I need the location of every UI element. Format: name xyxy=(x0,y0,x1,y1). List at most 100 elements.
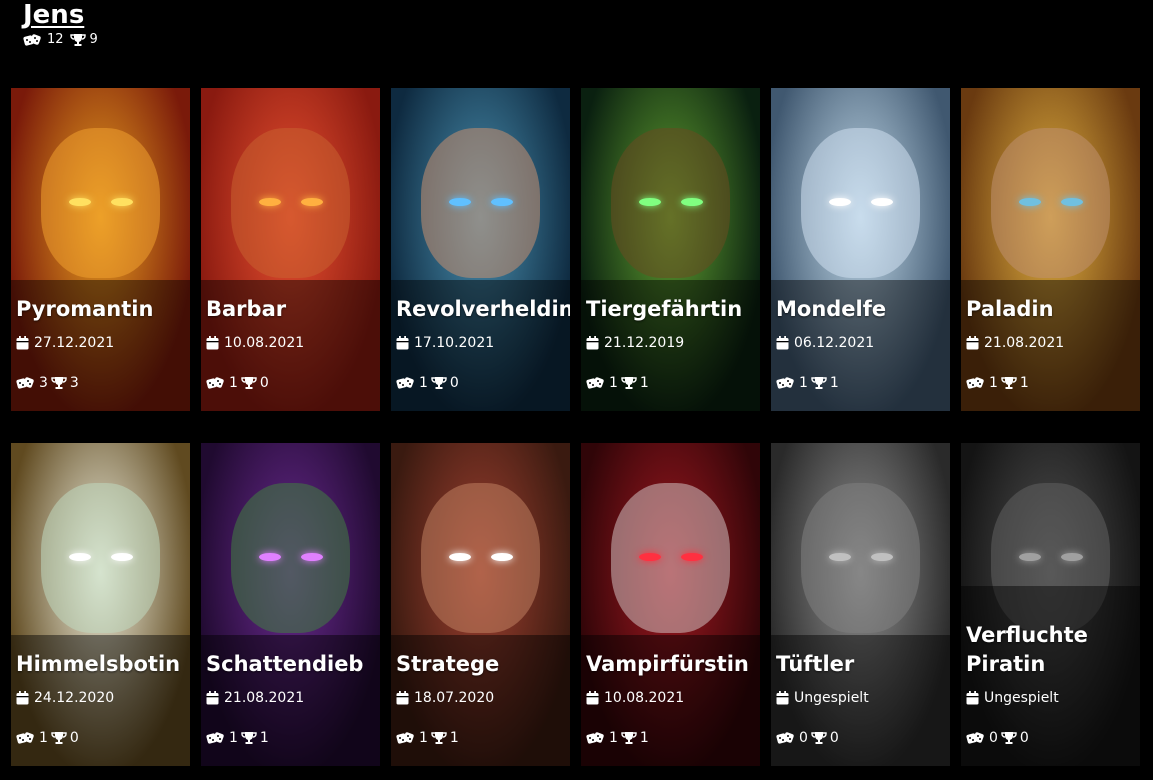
character-card[interactable]: Stratege 18.07.2020 1 1 xyxy=(391,443,570,766)
dice-icon xyxy=(966,731,986,745)
calendar-icon xyxy=(586,691,599,705)
portrait-eye xyxy=(301,198,323,206)
portrait-eye xyxy=(301,553,323,561)
calendar-icon xyxy=(206,691,219,705)
character-card[interactable]: Schattendieb 21.08.2021 1 1 xyxy=(201,443,380,766)
last-played-row: 21.08.2021 xyxy=(206,690,304,706)
trophy-icon xyxy=(431,376,447,390)
character-card[interactable]: Pyromantin 27.12.2021 3 3 xyxy=(11,88,190,411)
games-count: 3 xyxy=(39,375,48,391)
trophy-icon xyxy=(621,376,637,390)
games-count: 1 xyxy=(799,375,808,391)
character-name: Schattendieb xyxy=(206,652,364,676)
last-played-row: 10.08.2021 xyxy=(586,690,684,706)
portrait-eye xyxy=(829,198,851,206)
dice-icon xyxy=(396,731,416,745)
character-stats: 33 xyxy=(16,375,79,391)
calendar-icon xyxy=(16,691,29,705)
character-card[interactable]: Verfluchte Piratin Ungespielt 0 0 xyxy=(961,443,1140,766)
portrait-face xyxy=(991,128,1110,278)
character-stats: 11 xyxy=(206,730,269,746)
character-card[interactable]: Tüftler Ungespielt 0 0 xyxy=(771,443,950,766)
player-wins-count: 9 xyxy=(89,32,98,47)
games-count: 1 xyxy=(419,730,428,746)
portrait-eye xyxy=(491,198,513,206)
portrait-eye xyxy=(639,553,661,561)
dice-icon xyxy=(586,731,606,745)
character-name: Paladin xyxy=(966,297,1054,321)
trophy-icon xyxy=(51,376,67,390)
games-count: 1 xyxy=(229,375,238,391)
last-played-row: 24.12.2020 xyxy=(16,690,114,706)
last-played-row: 21.12.2019 xyxy=(586,335,684,351)
games-count: 1 xyxy=(609,730,618,746)
character-card[interactable]: Revolverheldin 17.10.2021 1 0 xyxy=(391,88,570,411)
portrait-face xyxy=(231,128,350,278)
trophy-icon xyxy=(621,731,637,745)
portrait-eye xyxy=(449,553,471,561)
last-played-date: 24.12.2020 xyxy=(34,690,115,706)
character-stats: 10 xyxy=(16,730,79,746)
trophy-icon xyxy=(1001,731,1017,745)
trophy-icon xyxy=(241,731,257,745)
character-card[interactable]: Mondelfe 06.12.2021 1 1 xyxy=(771,88,950,411)
character-stats: 00 xyxy=(966,730,1029,746)
last-played-date: 17.10.2021 xyxy=(414,335,495,351)
games-count: 1 xyxy=(419,375,428,391)
character-stats: 10 xyxy=(396,375,459,391)
dice-icon xyxy=(396,376,416,390)
portrait-face xyxy=(231,483,350,633)
wins-count: 1 xyxy=(1019,375,1029,391)
games-count: 1 xyxy=(609,375,618,391)
last-played-date: 21.08.2021 xyxy=(984,335,1065,351)
dice-icon xyxy=(776,731,796,745)
character-name: Tiergefährtin xyxy=(586,297,743,321)
portrait-eye xyxy=(69,553,91,561)
character-card[interactable]: Barbar 10.08.2021 1 0 xyxy=(201,88,380,411)
wins-count: 3 xyxy=(69,375,79,391)
character-card[interactable]: Vampirfürstin 10.08.2021 1 1 xyxy=(581,443,760,766)
portrait-eye xyxy=(1019,198,1041,206)
last-played-row: Ungespielt xyxy=(966,690,1059,706)
dice-icon xyxy=(16,731,36,745)
dice-icon xyxy=(776,376,796,390)
dice-icon xyxy=(206,376,226,390)
games-count: 1 xyxy=(989,375,998,391)
trophy-icon xyxy=(1001,376,1017,390)
calendar-icon xyxy=(966,336,979,350)
character-stats: 11 xyxy=(586,375,649,391)
last-played-date: 18.07.2020 xyxy=(414,690,495,706)
portrait-eye xyxy=(111,553,133,561)
last-played-row: Ungespielt xyxy=(776,690,869,706)
portrait-eye xyxy=(69,198,91,206)
trophy-icon xyxy=(69,33,86,47)
last-played-row: 06.12.2021 xyxy=(776,335,874,351)
character-card[interactable]: Himmelsbotin 24.12.2020 1 0 xyxy=(11,443,190,766)
dice-icon xyxy=(23,33,43,47)
last-played-date: Ungespielt xyxy=(794,690,869,706)
character-name: Verfluchte Piratin xyxy=(966,623,1088,676)
last-played-row: 10.08.2021 xyxy=(206,335,304,351)
character-name: Vampirfürstin xyxy=(586,652,749,676)
wins-count: 1 xyxy=(639,375,649,391)
trophy-icon xyxy=(811,376,827,390)
character-card[interactable]: Tiergefährtin 21.12.2019 1 1 xyxy=(581,88,760,411)
last-played-date: 21.08.2021 xyxy=(224,690,305,706)
calendar-icon xyxy=(16,336,29,350)
calendar-icon xyxy=(396,691,409,705)
last-played-row: 27.12.2021 xyxy=(16,335,114,351)
trophy-icon xyxy=(51,731,67,745)
character-stats: 00 xyxy=(776,730,839,746)
character-card[interactable]: Paladin 21.08.2021 1 1 xyxy=(961,88,1140,411)
calendar-icon xyxy=(966,691,979,705)
character-stats: 11 xyxy=(966,375,1029,391)
character-name: Tüftler xyxy=(776,652,855,676)
wins-count: 1 xyxy=(829,375,839,391)
character-stats: 11 xyxy=(396,730,459,746)
games-count: 0 xyxy=(989,730,998,746)
character-name: Pyromantin xyxy=(16,297,154,321)
portrait-face xyxy=(801,128,920,278)
player-name-link[interactable]: Jens xyxy=(23,0,100,30)
portrait-face xyxy=(801,483,920,633)
portrait-eye xyxy=(639,198,661,206)
